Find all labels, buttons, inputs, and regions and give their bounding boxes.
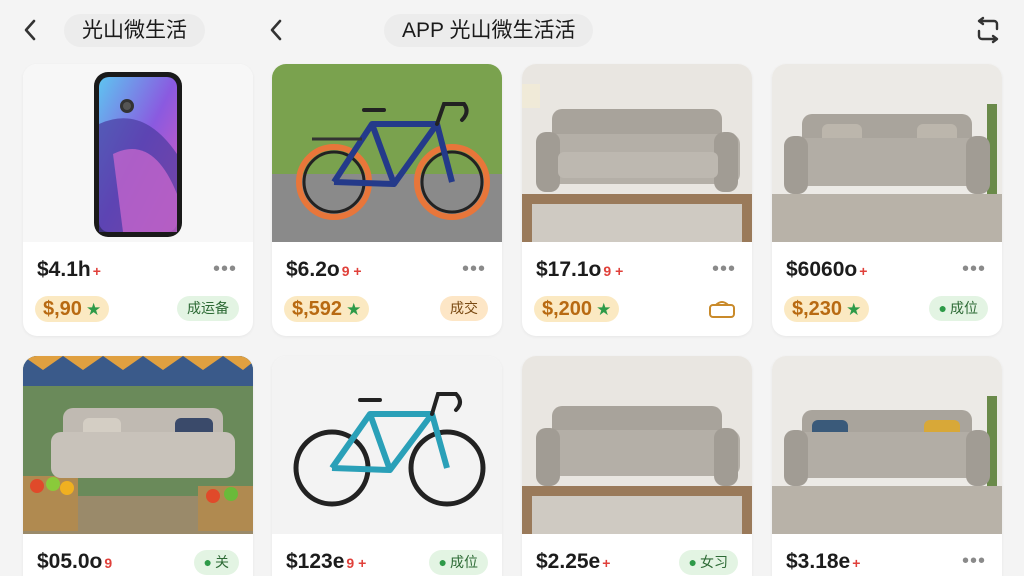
rating-value: $,200 [542,298,593,320]
price-mark: 9 + [346,555,367,571]
status-tag: 成运备 [177,296,239,321]
leaf-icon: ● [438,554,447,570]
price-value: $2.25e [536,550,601,573]
price-text: $17.1o 9 + [536,258,623,282]
status-tag-label: 女习 [700,554,728,570]
rating-badge: $,90 ★ [35,296,110,322]
product-image-bicycle [272,64,502,242]
product-image-sofa [772,356,1002,534]
star-icon: ★ [846,300,862,319]
price-value: $6060o [786,258,858,281]
more-options-icon[interactable]: ••• [962,550,986,573]
listing-grid: $4.1h + ••• $,90 ★ 成运备 $6.2o 9 + ••• $,592 ★… [0,0,1024,576]
price-text: $6.2o 9 + [286,258,362,282]
status-tag: ● 女习 [678,550,738,575]
status-tag: ● 成位 [428,550,488,575]
price-mark: + [92,263,101,279]
price-text: $05.0o 9 [37,550,112,574]
rating-badge: $,230 ★ [784,296,870,322]
price-value: $3.18e [786,550,851,573]
more-options-icon[interactable]: ••• [462,258,486,281]
price-value: $6.2o [286,258,340,281]
price-text: $3.18e + [786,550,860,574]
rating-value: $,592 [292,298,343,320]
price-mark: + [602,555,611,571]
leaf-icon: ● [938,300,947,316]
price-text: $123e 9 + [286,550,366,574]
price-mark: 9 [104,555,113,571]
price-mark: 9 + [341,263,362,279]
listing-card[interactable]: $123e 9 + ● 成位 [272,356,502,576]
rating-badge: $,592 ★ [284,296,370,322]
price-value: $05.0o [37,550,103,573]
more-options-icon[interactable]: ••• [962,258,986,281]
status-tag-label: 成位 [450,554,478,570]
star-icon: ★ [596,300,612,319]
price-value: $123e [286,550,345,573]
price-mark: + [852,555,861,571]
product-image-bicycle [272,356,502,534]
price-text: $6060o + [786,258,867,282]
product-image-phone [23,64,253,242]
more-options-icon[interactable]: ••• [712,258,736,281]
listing-card[interactable]: $6060o + ••• $,230 ★ ● 成位 [772,64,1002,336]
listing-card[interactable]: $4.1h + ••• $,90 ★ 成运备 [23,64,253,336]
star-icon: ★ [85,300,102,319]
leaf-icon: ● [203,554,212,570]
listing-card[interactable]: $05.0o 9 ● 关 [23,356,253,576]
rating-value: $,90 [43,298,82,320]
product-image-sofa [23,356,253,534]
leaf-icon: ● [688,554,697,570]
status-tag: ● 成位 [928,296,988,321]
status-tag-label: 成位 [950,300,978,316]
price-value: $17.1o [536,258,602,281]
more-options-icon[interactable]: ••• [213,258,237,281]
listing-card[interactable]: $17.1o 9 + ••• $,200 ★ [522,64,752,336]
product-image-sofa [522,356,752,534]
listing-card[interactable]: $3.18e + ••• [772,356,1002,576]
product-image-sofa [772,64,1002,242]
listing-card[interactable]: $2.25e + ● 女习 [522,356,752,576]
price-text: $4.1h + [37,258,101,282]
status-tag: 成交 [440,296,488,321]
rating-value: $,230 [792,298,843,320]
price-value: $4.1h [37,258,91,281]
status-tag-label: 关 [215,554,229,570]
product-image-sofa [522,64,752,242]
price-text: $2.25e + [536,550,610,574]
price-mark: 9 + [603,263,624,279]
rating-badge: $,200 ★ [534,296,620,322]
listing-card[interactable]: $6.2o 9 + ••• $,592 ★ 成交 [272,64,502,336]
star-icon: ★ [346,300,362,319]
status-tag: ● 关 [193,550,239,575]
price-mark: + [859,263,868,279]
chat-bubble-icon[interactable] [708,301,736,319]
